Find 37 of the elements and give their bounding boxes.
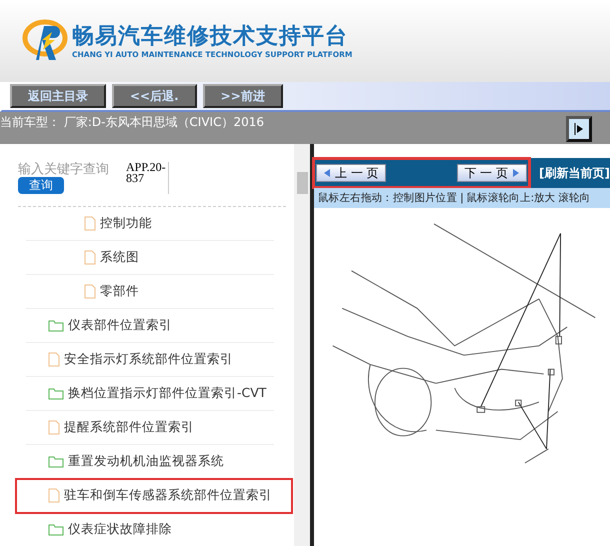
nav-button[interactable]: <<后退.	[112, 84, 197, 108]
tree-item[interactable]: 控制功能	[26, 207, 274, 241]
tree-item[interactable]: 零部件	[26, 275, 274, 309]
right-arrow-icon	[574, 123, 584, 135]
document-icon	[84, 250, 96, 265]
prev-page-button[interactable]: 上 一 页	[316, 164, 386, 182]
tree-item[interactable]: 换档位置指示灯部件位置索引-CVT	[26, 377, 274, 411]
right-arrow-icon	[512, 168, 520, 178]
current-vehicle-text: 当前车型： 厂家:D-东风本田思域（CIVIC）2016	[0, 114, 264, 131]
scrollbar[interactable]	[294, 144, 310, 546]
tree-item[interactable]: 安全指示灯系统部件位置索引	[26, 343, 274, 377]
document-icon	[48, 488, 60, 503]
tree-item[interactable]: 重置发动机机油监视器系统	[26, 445, 274, 479]
folder-icon	[48, 319, 64, 332]
document-icon	[48, 420, 60, 435]
folder-icon	[48, 387, 64, 400]
document-icon	[48, 352, 60, 367]
tree-item[interactable]: 仪表症状故障排除	[26, 513, 274, 546]
folder-icon	[48, 523, 64, 536]
next-page-button[interactable]: 下 一 页	[457, 164, 528, 182]
scrollbar-thumb[interactable]	[297, 172, 308, 194]
site-title: 畅易汽车维修技术支持平台	[72, 24, 349, 50]
search-button[interactable]: 查询	[18, 177, 64, 194]
nav-button[interactable]: 返回主目录	[10, 84, 106, 108]
tree-item[interactable]: 仪表部件位置索引	[26, 309, 274, 343]
tree-item[interactable]: 提醒系统部件位置索引	[26, 411, 274, 445]
nav-button[interactable]: >>前进	[202, 84, 283, 108]
left-arrow-icon	[323, 168, 331, 178]
document-icon	[84, 284, 96, 299]
document-icon	[84, 216, 96, 231]
hint-text: 鼠标左右拖动：控制图片位置 | 鼠标滚轮向上:放大 滚轮向	[314, 188, 610, 208]
folder-icon	[48, 455, 64, 468]
document-code: APP.20-837	[126, 162, 169, 194]
tree-item[interactable]: 系统图	[26, 241, 274, 275]
highlighted-tree-item[interactable]: 驻车和倒车传感器系统部件位置索引	[16, 479, 292, 513]
refresh-link[interactable]: [刷新当前页]	[539, 164, 610, 182]
expand-button[interactable]	[566, 116, 592, 142]
